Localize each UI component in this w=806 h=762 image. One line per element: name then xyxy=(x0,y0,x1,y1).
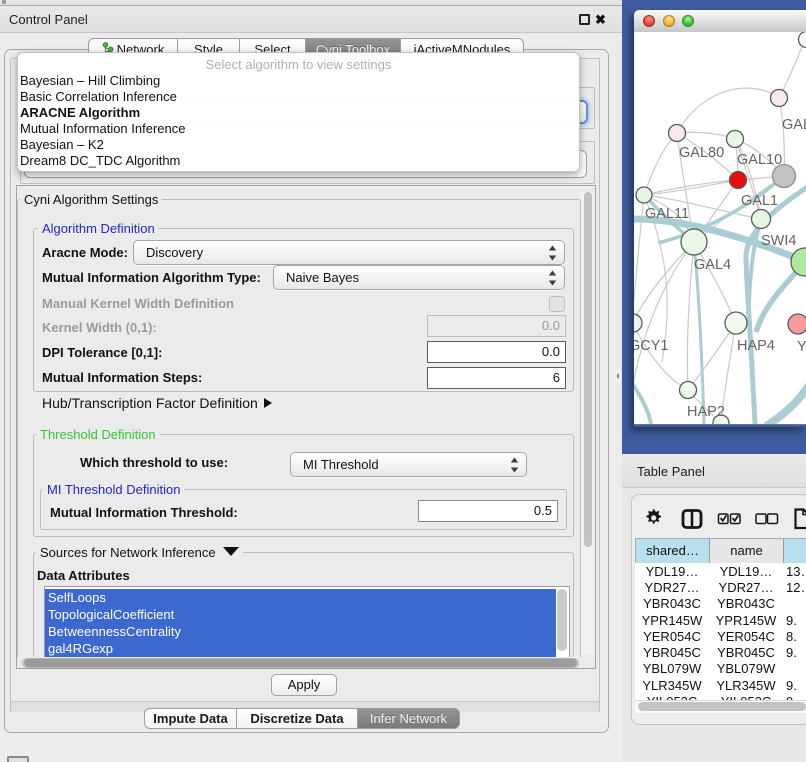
svg-text:GCY1: GCY1 xyxy=(634,338,669,354)
svg-text:Y: Y xyxy=(797,339,806,355)
svg-text:GAL4: GAL4 xyxy=(694,257,731,273)
svg-text:GAL11: GAL11 xyxy=(645,206,689,222)
svg-text:GAL10: GAL10 xyxy=(737,152,782,168)
svg-text:HAP4: HAP4 xyxy=(737,338,775,354)
svg-text:GAL80: GAL80 xyxy=(679,145,724,161)
svg-text:SWI4: SWI4 xyxy=(761,233,796,249)
svg-text:GAL1: GAL1 xyxy=(741,193,778,209)
svg-text:GAL7: GAL7 xyxy=(782,117,806,133)
svg-text:HAP2: HAP2 xyxy=(687,404,725,420)
